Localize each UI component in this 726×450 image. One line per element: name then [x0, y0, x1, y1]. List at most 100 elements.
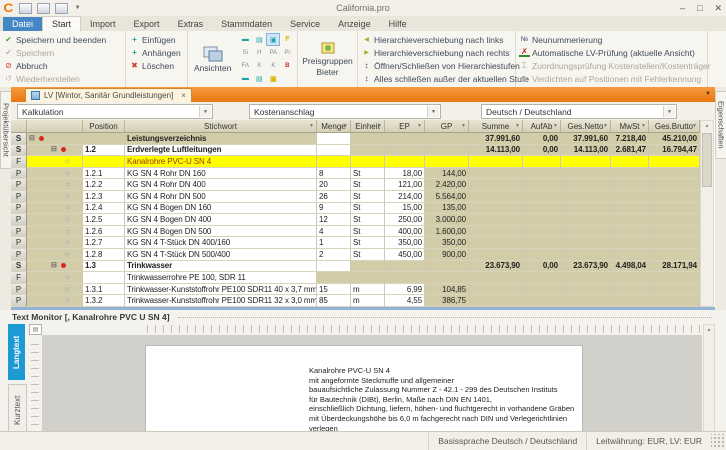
cell-Summe[interactable]: [469, 248, 523, 261]
assignment-check-button[interactable]: Σ Zuordnungsprüfung Kostenstellen/Kosten…: [519, 59, 711, 72]
view-icon-12[interactable]: B: [280, 59, 294, 72]
filter-arrow-icon[interactable]: ▼: [377, 123, 382, 129]
cell-Ges.Brutto[interactable]: [649, 156, 700, 168]
cell-GP[interactable]: 104,85: [425, 283, 469, 296]
view-icon-14[interactable]: ▤: [252, 72, 266, 85]
cell-Position[interactable]: 1.2.1: [83, 167, 125, 180]
cell-Ges.Brutto[interactable]: 28.171,94: [649, 260, 700, 273]
cell-Position[interactable]: 1.3.2: [83, 295, 125, 307]
tree-cell[interactable]: ◇: [27, 156, 83, 168]
cell-Summe[interactable]: [469, 225, 523, 238]
open-close-levels-button[interactable]: ↕ Öffnen/Schließen von Hierarchiestufen: [361, 59, 520, 72]
cell-Ges.Netto[interactable]: [561, 248, 611, 261]
table-row[interactable]: P ◇ 1.3.2 Trinkwasser-Kunststoffrohr PE100 …: [11, 295, 715, 307]
cell-Position[interactable]: 1.2.8: [83, 248, 125, 261]
filter-arrow-icon[interactable]: ▼: [641, 123, 646, 129]
cell-GP[interactable]: [425, 156, 469, 168]
cell-Summe[interactable]: [469, 202, 523, 215]
hierarchy-right-button[interactable]: ▶ Hierarchieverschiebung nach rechts: [361, 46, 512, 59]
cell-EP[interactable]: 214,00: [385, 190, 425, 203]
view-icon-1[interactable]: ▬: [238, 33, 252, 46]
collapse-icon[interactable]: ⊟: [51, 146, 57, 153]
cell-Ges.Netto[interactable]: 37.991,60: [561, 133, 611, 145]
minimize-button[interactable]: –: [680, 0, 685, 16]
cell-Menge[interactable]: 15: [317, 283, 351, 296]
view-icon-4[interactable]: F: [280, 33, 294, 46]
cell-MwSt[interactable]: [611, 156, 649, 168]
tab-kurztext[interactable]: Kurztext: [8, 384, 27, 436]
view-icon-9[interactable]: FA: [238, 59, 252, 72]
table-row[interactable]: P ◇ 1.2.2 KG SN 4 Rohr DN 400 20 St 121,00 2.42…: [11, 179, 715, 191]
tab-strip-caret-icon[interactable]: ▼: [705, 91, 711, 97]
cell-Einheit[interactable]: St: [351, 225, 385, 238]
table-row[interactable]: P ◇ 1.2.5 KG SN 4 Bogen DN 400 12 St 250,00 3.0…: [11, 214, 715, 226]
view-icon-15[interactable]: ▣: [266, 72, 280, 85]
cell-AufAb[interactable]: [523, 156, 561, 168]
column-header-Position[interactable]: Position: [83, 120, 125, 133]
cell-Einheit[interactable]: m: [351, 295, 385, 307]
delete-button[interactable]: ✖ Löschen: [129, 59, 184, 72]
cell-Stichwort[interactable]: KG SN 4 T-Stück DN 500/400: [125, 248, 317, 261]
table-row[interactable]: S ⊟ Leistungsverzeichnis 37.991,60 0,00 37.99…: [11, 133, 715, 145]
kalkulation-combobox[interactable]: Kalkulation ▼: [17, 104, 213, 119]
cell-Menge[interactable]: [317, 272, 351, 284]
cell-Stichwort[interactable]: Trinkwasser-Kunststoffrohr PE100 SDR11 3…: [125, 295, 317, 307]
cell-Position[interactable]: 1.2.6: [83, 225, 125, 238]
cell-Ges.Brutto[interactable]: [649, 295, 700, 307]
cell-Einheit[interactable]: St: [351, 190, 385, 203]
filter-arrow-icon[interactable]: ▼: [515, 123, 520, 129]
table-row[interactable]: F ◇ Kanalrohre PVC-U SN 4: [11, 156, 715, 168]
row-type-cell[interactable]: P: [11, 295, 27, 307]
cell-MwSt[interactable]: [611, 283, 649, 296]
resize-grip[interactable]: [711, 434, 725, 448]
cell-Ges.Brutto[interactable]: [649, 190, 700, 203]
cell-Ges.Netto[interactable]: [561, 167, 611, 180]
scroll-up-icon[interactable]: ▲: [704, 325, 714, 335]
table-row[interactable]: P ◇ 1.2.3 KG SN 4 Rohr DN 500 26 St 214,00 5.56…: [11, 190, 715, 203]
tree-cell[interactable]: ◇: [27, 225, 83, 238]
cell-Ges.Netto[interactable]: [561, 190, 611, 203]
price-groups-button[interactable]: Preisgruppen Bieter: [299, 41, 356, 77]
filter-arrow-icon[interactable]: ▼: [692, 123, 697, 129]
column-header-MwSt[interactable]: MwSt ▼: [611, 120, 649, 133]
cell-GP[interactable]: 3.000,00: [425, 214, 469, 226]
cell-Stichwort[interactable]: KG SN 4 Bogen DN 160: [125, 202, 317, 215]
view-icon-3-active[interactable]: ▣: [266, 33, 281, 46]
cell-GP[interactable]: [425, 260, 469, 273]
cell-Menge[interactable]: [317, 133, 351, 145]
tree-cell[interactable]: ◇: [27, 190, 83, 203]
table-row[interactable]: P ◇ 1.2.4 KG SN 4 Bogen DN 160 9 St 15,00 135,0…: [11, 202, 715, 215]
cell-EP[interactable]: [385, 272, 425, 284]
cell-Ges.Brutto[interactable]: [649, 167, 700, 180]
cell-GP[interactable]: 900,00: [425, 248, 469, 261]
cell-AufAb[interactable]: [523, 272, 561, 284]
renumber-button[interactable]: № Neunummerierung: [519, 33, 704, 46]
cell-Ges.Netto[interactable]: [561, 283, 611, 296]
filter-arrow-icon[interactable]: ▼: [553, 123, 558, 129]
maximize-button[interactable]: □: [697, 0, 702, 16]
cell-Menge[interactable]: [317, 156, 351, 168]
view-icon-7[interactable]: PA: [266, 46, 280, 59]
cell-Einheit[interactable]: [351, 260, 385, 273]
column-header-AufAb[interactable]: AufAb ▼: [523, 120, 561, 133]
cell-Summe[interactable]: 14.113,00: [469, 144, 523, 157]
cell-Ges.Brutto[interactable]: [649, 202, 700, 215]
cell-Ges.Brutto[interactable]: 16.794,47: [649, 144, 700, 157]
cell-Stichwort[interactable]: Kanalrohre PVC-U SN 4: [125, 156, 317, 168]
cell-Position[interactable]: 1.3.1: [83, 283, 125, 296]
cell-Summe[interactable]: [469, 156, 523, 168]
cell-EP[interactable]: [385, 144, 425, 157]
column-header-Menge[interactable]: Menge ▼: [317, 120, 351, 133]
row-type-cell[interactable]: F: [11, 272, 27, 284]
tree-cell[interactable]: ◇: [27, 202, 83, 215]
cell-AufAb[interactable]: [523, 190, 561, 203]
qat-dropdown-icon[interactable]: ▼: [75, 5, 81, 11]
cell-Ges.Netto[interactable]: [561, 225, 611, 238]
cell-MwSt[interactable]: [611, 167, 649, 180]
cell-Position[interactable]: 1.2: [83, 144, 125, 157]
combo-arrow-icon[interactable]: ▼: [427, 106, 439, 117]
cell-AufAb[interactable]: [523, 167, 561, 180]
tab-extras[interactable]: Extras: [169, 17, 213, 31]
cell-AufAb[interactable]: 0,00: [523, 260, 561, 273]
view-icon-11[interactable]: K: [266, 59, 280, 72]
